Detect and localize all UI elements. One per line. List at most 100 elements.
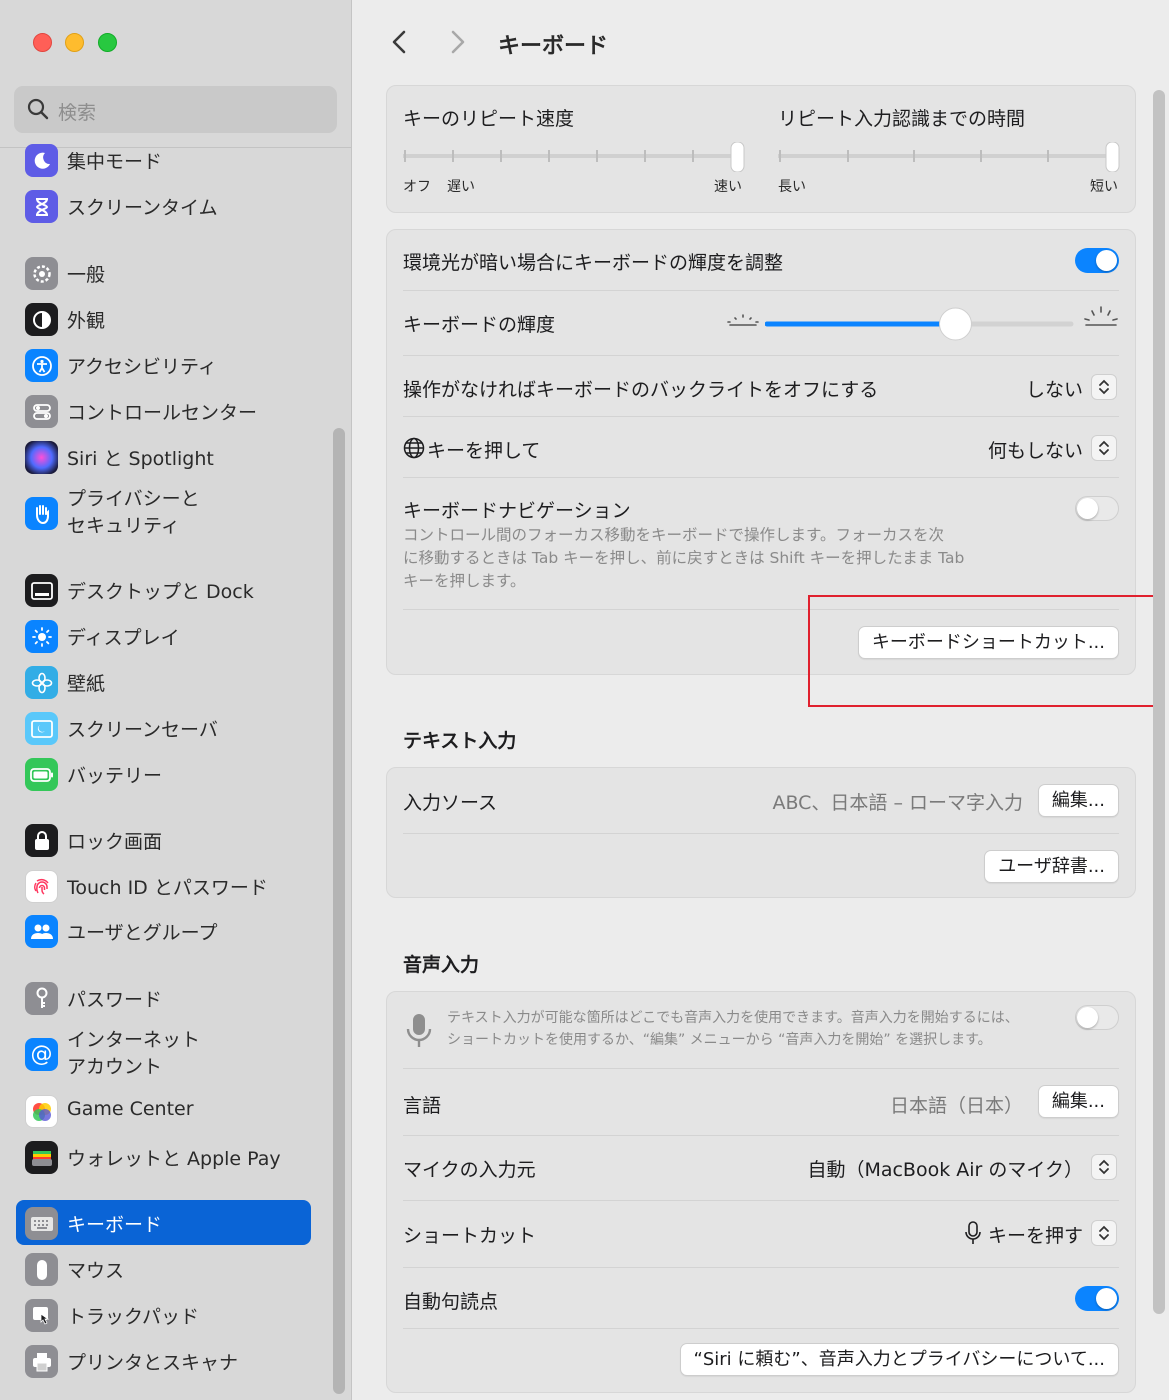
sidebar-item-mouse[interactable]: マウス (16, 1246, 311, 1291)
dictation-language-edit-button[interactable]: 編集... (1037, 1085, 1119, 1118)
delay-slider[interactable] (778, 142, 1123, 172)
sidebar-item-siri-spotlight[interactable]: Siri と Spotlight (16, 434, 311, 479)
minimize-window-button[interactable] (65, 33, 84, 52)
wallet-icon (25, 1141, 58, 1174)
backlight-off-popup-stepper[interactable] (1091, 374, 1117, 400)
delay-label: リピート入力認識までの時間 (778, 108, 1026, 130)
sidebar-item-label: 壁紙 (67, 673, 106, 695)
dictation-language-label: 言語 (403, 1095, 442, 1117)
backlight-off-row: 操作がなければキーボードのバックライトをオフにする しない (403, 356, 1119, 416)
sidebar-item-label: プリンタとスキャナ (67, 1352, 239, 1374)
sidebar-item-battery[interactable]: バッテリー (16, 751, 311, 796)
keyboard-navigation-description-1: コントロール間のフォーカス移動をキーボードで操作します。フォーカスを次 (403, 526, 944, 544)
hourglass-icon (25, 190, 58, 223)
user-dictionary-button[interactable]: ユーザ辞書... (984, 850, 1119, 883)
sidebar-item-accessibility[interactable]: アクセシビリティ (16, 342, 311, 387)
microphone-source-value[interactable]: 自動（MacBook Air のマイク） (807, 1155, 1083, 1182)
dictation-shortcut-row: ショートカット キーを押す (403, 1201, 1119, 1267)
forward-button[interactable] (444, 28, 470, 56)
dictation-shortcut-value[interactable]: キーを押す (988, 1221, 1083, 1248)
sidebar-item-keyboard[interactable]: キーボード (16, 1200, 311, 1245)
sidebar-item-passwords[interactable]: パスワード (16, 975, 311, 1020)
back-button[interactable] (387, 28, 413, 56)
sidebar-item-label: コントロールセンター (67, 402, 258, 424)
sidebar-item-label: スクリーンセーバ (67, 719, 218, 741)
backlight-off-value[interactable]: しない (1026, 375, 1083, 402)
keyboard-icon (25, 1207, 58, 1240)
keyboard-navigation-description-2: に移動するときは Tab キーを押し、前に戻すときは Shift キーを押したま… (403, 549, 965, 567)
key-icon (25, 982, 58, 1015)
game-center-icon (25, 1095, 58, 1128)
sidebar-item-label: キーボード (67, 1214, 163, 1236)
moon-icon (25, 144, 58, 177)
siri-dictation-privacy-button[interactable]: “Siri に頼む”、音声入力とプライバシーについて... (679, 1343, 1119, 1376)
dictation-language-row: 言語 日本語（日本） 編集... (403, 1069, 1119, 1135)
sidebar-item-users-groups[interactable]: ユーザとグループ (16, 908, 311, 953)
sidebar-item-label: ユーザとグループ (67, 922, 218, 944)
sidebar-item-label: マウス (67, 1260, 125, 1282)
sidebar-item-screensaver[interactable]: スクリーンセーバ (16, 705, 311, 750)
zoom-window-button[interactable] (98, 33, 117, 52)
search-icon (27, 98, 49, 120)
sidebar-item-label: 集中モード (67, 151, 163, 173)
sidebar-item-wallpaper[interactable]: 壁紙 (16, 659, 311, 704)
input-sources-row: 入力ソース ABC、日本語 – ローマ字入力 編集... (403, 768, 1119, 833)
sidebar-item-privacy-security[interactable]: プライバシーと セキュリティ (16, 486, 311, 540)
gear-icon (25, 257, 58, 290)
sidebar-item-label: インターネット アカウント (67, 1029, 201, 1078)
keyboard-navigation-toggle[interactable] (1075, 496, 1119, 521)
dictation-shortcut-popup-stepper[interactable] (1091, 1220, 1117, 1246)
close-window-button[interactable] (33, 33, 52, 52)
microphone-source-popup-stepper[interactable] (1091, 1154, 1117, 1180)
brightness-slider[interactable] (765, 307, 1075, 341)
dictation-toggle[interactable] (1075, 1005, 1119, 1030)
screensaver-icon (25, 712, 58, 745)
sidebar-item-label: ロック画面 (67, 831, 163, 853)
at-icon: @ (25, 1038, 58, 1071)
sidebar-item-display[interactable]: ディスプレイ (16, 613, 311, 658)
repeat-rate-min-label: オフ (403, 179, 431, 195)
auto-punctuation-row: 自動句読点 (403, 1268, 1119, 1328)
sidebar-item-label: Game Center (67, 1098, 194, 1120)
globe-key-popup-stepper[interactable] (1091, 435, 1117, 461)
auto-brightness-row: 環境光が暗い場合にキーボードの輝度を調整 (403, 230, 1119, 290)
input-sources-value: ABC、日本語 – ローマ字入力 (772, 792, 1023, 814)
control-center-icon (25, 395, 58, 428)
sidebar-item-label: スクリーンタイム (67, 197, 218, 219)
sidebar-item-label: アクセシビリティ (67, 356, 217, 378)
sidebar-item-lock-screen[interactable]: ロック画面 (16, 817, 311, 862)
sidebar-item-wallet-apple-pay[interactable]: ウォレットと Apple Pay (16, 1134, 311, 1179)
sidebar-item-printers-scanners[interactable]: プリンタとスキャナ (16, 1338, 311, 1383)
search-field[interactable]: 検索 (14, 86, 337, 133)
sidebar-item-desktop-dock[interactable]: デスクトップと Dock (16, 567, 311, 612)
sidebar-scrollbar[interactable] (333, 428, 345, 1394)
sidebar-item-trackpad[interactable]: トラックパッド (16, 1292, 311, 1337)
sidebar-item-game-center[interactable]: Game Center (16, 1088, 311, 1133)
fingerprint-icon (25, 870, 58, 903)
repeat-rate-slider[interactable] (403, 142, 748, 172)
repeat-rate-label: キーのリピート速度 (403, 108, 575, 130)
sidebar-item-focus[interactable]: 集中モード (16, 137, 311, 182)
globe-key-label: キーを押して (427, 440, 541, 462)
auto-punctuation-toggle[interactable] (1075, 1286, 1119, 1311)
sidebar-item-general[interactable]: 一般 (16, 250, 311, 295)
mouse-icon (25, 1253, 58, 1286)
brightness-high-icon (1084, 306, 1118, 326)
microphone-icon (406, 1014, 432, 1047)
main-scrollbar[interactable] (1153, 90, 1165, 1314)
dictation-language-value: 日本語（日本） (889, 1095, 1023, 1117)
accessibility-icon (25, 349, 58, 382)
sidebar-item-label: パスワード (67, 989, 163, 1011)
sidebar: 検索 集中モード スクリーンタイム 一般 外観 アクセシビリティ コントロールセ… (0, 0, 352, 1400)
globe-key-value[interactable]: 何もしない (988, 436, 1083, 463)
sidebar-item-touch-id[interactable]: Touch ID とパスワード (16, 863, 311, 908)
sidebar-item-internet-accounts[interactable]: @ インターネット アカウント (16, 1027, 311, 1081)
dictation-toggle-row: テキスト入力が可能な箇所はどこでも音声入力を使用できます。音声入力を開始するには… (403, 992, 1119, 1068)
sidebar-item-screen-time[interactable]: スクリーンタイム (16, 183, 311, 228)
input-sources-edit-button[interactable]: 編集... (1037, 784, 1119, 817)
sidebar-item-control-center[interactable]: コントロールセンター (16, 388, 311, 433)
sidebar-item-label: Siri と Spotlight (67, 448, 214, 470)
sidebar-item-appearance[interactable]: 外観 (16, 296, 311, 341)
microphone-source-label: マイクの入力元 (403, 1159, 536, 1181)
auto-brightness-toggle[interactable] (1075, 248, 1119, 273)
